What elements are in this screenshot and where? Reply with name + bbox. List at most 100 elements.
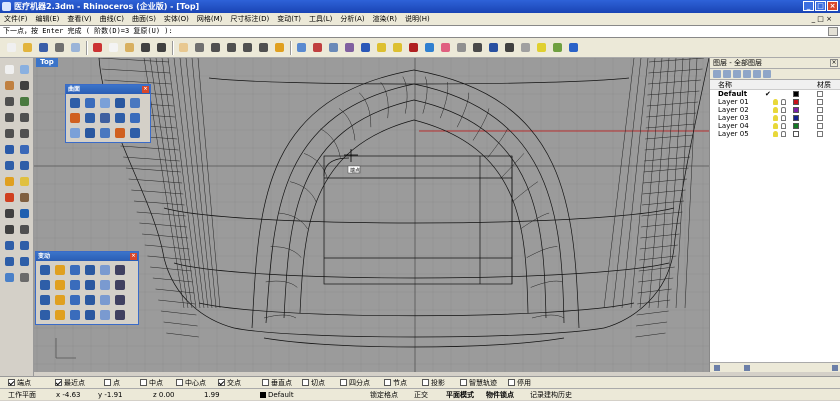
array-icon[interactable] [18, 255, 31, 268]
import-icon[interactable] [68, 40, 83, 55]
layer-material-swatch[interactable] [817, 115, 823, 121]
undo-icon[interactable] [138, 40, 153, 55]
group-icon[interactable] [18, 207, 31, 220]
ellipse-icon[interactable] [3, 127, 16, 140]
layer-visibility-bulb-icon[interactable] [773, 131, 778, 137]
mirror-icon[interactable] [98, 263, 112, 277]
menu-surface[interactable]: 曲面(S) [128, 13, 160, 25]
menu-edit[interactable]: 编辑(E) [32, 13, 64, 25]
menu-solid[interactable]: 实体(O) [160, 13, 193, 25]
osnap-checkbox[interactable] [340, 379, 347, 386]
cut-icon[interactable] [90, 40, 105, 55]
osnap-checkbox[interactable] [460, 379, 467, 386]
filter-layer-icon[interactable] [763, 70, 771, 78]
boolean-union-icon[interactable] [3, 175, 16, 188]
undo-view-icon[interactable] [272, 40, 287, 55]
scale-icon[interactable] [83, 263, 97, 277]
layer-visibility-bulb-icon[interactable] [773, 99, 778, 105]
maximize-button[interactable]: □ [815, 1, 826, 11]
layer-lock-icon[interactable] [781, 123, 786, 129]
arc-icon[interactable] [18, 111, 31, 124]
layer-icon[interactable] [406, 40, 421, 55]
menu-curve[interactable]: 曲线(C) [96, 13, 128, 25]
menu-transform[interactable]: 变动(T) [273, 13, 305, 25]
layers-footer-icon[interactable] [744, 365, 750, 371]
osnap-checkbox[interactable] [8, 379, 15, 386]
command-history-button[interactable] [828, 27, 838, 36]
viewport-title-top[interactable]: Top [36, 58, 58, 67]
select-points-icon[interactable] [18, 63, 31, 76]
close-button[interactable]: × [827, 1, 838, 11]
menu-analyze[interactable]: 分析(A) [336, 13, 368, 25]
layer-visibility-bulb-icon[interactable] [773, 115, 778, 121]
layer-color-swatch[interactable] [793, 107, 799, 113]
save-file-icon[interactable] [36, 40, 51, 55]
smash-icon[interactable] [38, 293, 52, 307]
menu-file[interactable]: 文件(F) [0, 13, 32, 25]
layer-row[interactable]: Layer 02 [710, 106, 840, 114]
surface-blend-icon[interactable] [113, 126, 127, 140]
tools-icon[interactable] [550, 40, 565, 55]
color-wheel-icon[interactable] [438, 40, 453, 55]
status-cplane[interactable]: 工作平面 [8, 389, 36, 401]
transform-panel-title[interactable]: 变动 × [36, 252, 138, 261]
move-icon[interactable] [38, 263, 52, 277]
osnap-checkbox[interactable] [508, 379, 515, 386]
object-properties-icon[interactable] [422, 40, 437, 55]
layer-color-swatch[interactable] [793, 115, 799, 121]
copy-icon[interactable] [53, 263, 67, 277]
render-preview-icon[interactable] [486, 40, 501, 55]
hide-objects-icon[interactable] [374, 40, 389, 55]
layer-name[interactable]: Layer 04 [718, 122, 749, 130]
chamfer-icon[interactable] [18, 223, 31, 236]
layer-color-swatch[interactable] [793, 99, 799, 105]
surface-sweep2-icon[interactable] [113, 111, 127, 125]
layer-row[interactable]: Layer 05 [710, 130, 840, 138]
curve-icon[interactable] [18, 95, 31, 108]
osnap-checkbox[interactable] [218, 379, 225, 386]
layers-panel-close-icon[interactable]: × [830, 59, 838, 67]
column-name[interactable]: 名称 [718, 81, 732, 89]
surface-3-corners-icon[interactable] [68, 96, 82, 110]
four-viewports-icon[interactable] [310, 40, 325, 55]
menu-tools[interactable]: 工具(L) [305, 13, 336, 25]
print-icon[interactable] [52, 40, 67, 55]
select-icon[interactable] [294, 40, 309, 55]
surface-edge-icon[interactable] [113, 96, 127, 110]
redo-icon[interactable] [154, 40, 169, 55]
shear-icon[interactable] [98, 293, 112, 307]
status-record-history[interactable]: 记录建构历史 [530, 389, 572, 401]
rotate-view-icon[interactable] [192, 40, 207, 55]
layer-name[interactable]: Layer 05 [718, 130, 749, 138]
layer-name[interactable]: Layer 03 [718, 114, 749, 122]
layer-row[interactable]: Layer 04 [710, 122, 840, 130]
surface-panel-close-icon[interactable]: × [142, 86, 149, 93]
array-icon[interactable] [113, 263, 127, 277]
menu-dimension[interactable]: 尺寸标注(D) [226, 13, 273, 25]
osnap-checkbox[interactable] [384, 379, 391, 386]
osnap-checkbox[interactable] [104, 379, 111, 386]
cplane-icon[interactable] [326, 40, 341, 55]
layer-visibility-bulb-icon[interactable] [773, 123, 778, 129]
edit-points-icon[interactable] [113, 308, 127, 322]
layer-material-swatch[interactable] [817, 91, 823, 97]
layer-color-swatch[interactable] [793, 123, 799, 129]
lightbulb-icon[interactable] [534, 40, 549, 55]
layer-material-swatch[interactable] [817, 123, 823, 129]
delete-layer-icon[interactable] [733, 70, 741, 78]
osnap-checkbox[interactable] [302, 379, 309, 386]
status-lock-grid[interactable]: 锁定格点 [370, 389, 398, 401]
layer-name[interactable]: Layer 01 [718, 98, 749, 106]
open-file-icon[interactable] [20, 40, 35, 55]
taper-icon[interactable] [98, 278, 112, 292]
layer-row[interactable]: Layer 01 [710, 98, 840, 106]
polyline-icon[interactable] [18, 79, 31, 92]
rotate-icon[interactable] [68, 263, 82, 277]
osnap-checkbox[interactable] [55, 379, 62, 386]
layer-row[interactable]: Layer 03 [710, 114, 840, 122]
layers-footer-icon[interactable] [832, 365, 838, 371]
surface-patch-icon[interactable] [68, 126, 82, 140]
explode-icon[interactable] [18, 175, 31, 188]
move-layer-up-icon[interactable] [743, 70, 751, 78]
menu-mesh[interactable]: 网格(M) [193, 13, 227, 25]
